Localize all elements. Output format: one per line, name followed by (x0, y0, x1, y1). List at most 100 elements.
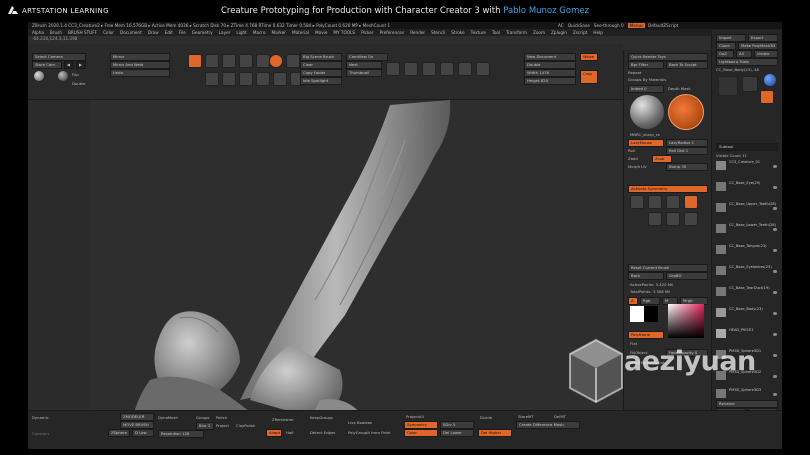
double-doc-button[interactable]: Double (524, 61, 576, 69)
menu-my-tools[interactable]: MY TOOLS (333, 30, 355, 35)
live-boolean-label[interactable]: Live Boolean (348, 420, 372, 425)
transp-icon[interactable] (476, 62, 490, 76)
menu-layer[interactable]: Layer (219, 30, 231, 35)
roll-label[interactable]: Roll (628, 148, 635, 153)
double-label[interactable]: Double (72, 81, 85, 86)
default-zscript-button[interactable]: DefaultZScript (648, 23, 678, 28)
edit-mode-icon[interactable] (188, 54, 202, 68)
brush-slot-2-icon[interactable] (648, 195, 662, 209)
lazymouse-button[interactable]: LazyMouse (628, 139, 664, 147)
next-cam-button[interactable]: ▶ (76, 61, 86, 69)
roll-dist-slider[interactable]: Roll Dist 1 (666, 147, 708, 155)
see-through-slider[interactable]: See-through 0 (594, 23, 624, 28)
move-brush-button[interactable]: MOVE BRUSH (120, 421, 154, 429)
zcut-icon[interactable] (256, 72, 270, 86)
draw-mode-icon[interactable] (205, 54, 219, 68)
quick-render-button[interactable]: Quick Render Toys (628, 53, 708, 61)
floor-icon[interactable] (422, 62, 436, 76)
subtool-item[interactable]: CC_Base_Lower_Teeth(28) (716, 223, 779, 235)
menus-button[interactable]: Menus (627, 23, 646, 28)
big-scene-brush-button[interactable]: Big Scene Brush (300, 53, 342, 61)
bump-slider[interactable]: Bump 30 (666, 163, 708, 171)
zsub-button[interactable]: Zsub (652, 155, 672, 163)
subtool-item[interactable]: CC_Base_Tongue(23) (716, 244, 779, 256)
visible-button[interactable]: Visible (754, 50, 778, 58)
create-difference-mesh-button[interactable]: Create Difference Mesh (516, 421, 580, 429)
menu-zplugin[interactable]: Zplugin (551, 30, 567, 35)
storemt-label[interactable]: StoreMT (518, 414, 534, 419)
select-camera-button[interactable]: Select Camera (32, 53, 86, 61)
eye-icon[interactable] (773, 249, 777, 252)
groups-label[interactable]: Groups (196, 415, 210, 420)
subtool-item[interactable]: CC_Base_Upper_Teeth(28) (716, 202, 779, 214)
camera-icon[interactable] (404, 62, 418, 76)
goz-button[interactable]: GoZ (716, 50, 734, 58)
ac-button[interactable]: AC (558, 23, 564, 28)
store-cam-button[interactable]: Store Cam (32, 61, 62, 69)
menu-macro[interactable]: Macro (253, 30, 266, 35)
zadd-label[interactable]: Zadd (628, 156, 638, 161)
menu-transform[interactable]: Transform (506, 30, 527, 35)
menu-marker[interactable]: Marker (272, 30, 286, 35)
eye-icon[interactable] (773, 165, 777, 168)
half-label[interactable]: Half (286, 430, 294, 435)
history-icon[interactable] (666, 212, 680, 226)
menu-movie[interactable]: Movie (315, 30, 327, 35)
rgb-button[interactable]: Rgb (640, 297, 660, 305)
menu-picker[interactable]: Picker (361, 30, 373, 35)
make-polymesh-button[interactable]: Make PolyMesh3D (738, 42, 778, 50)
import-button[interactable]: Import (716, 34, 746, 42)
eye-icon[interactable] (773, 228, 777, 231)
menu-render[interactable]: Render (410, 30, 425, 35)
depth-mask-label[interactable]: Depth Mask (668, 86, 691, 91)
dynamic-label[interactable]: Dynamic (32, 415, 49, 420)
projectall-label[interactable]: ProjectAll (406, 414, 424, 419)
mirror-button[interactable]: Mirror (110, 53, 170, 61)
material-sphere-icon[interactable] (34, 71, 44, 81)
subtool-item[interactable]: CC_Base_TearDuct(19) (716, 286, 779, 298)
subtool-item[interactable]: CC_Base_Eye(29) (716, 181, 779, 193)
activate-symmetry-button[interactable]: Activate Symmetry (628, 185, 708, 193)
brush-slot-5-icon[interactable] (648, 212, 662, 226)
menu-color[interactable]: Color (103, 30, 114, 35)
menu-zoom[interactable]: Zoom (533, 30, 545, 35)
reset-current-brush-button[interactable]: Reset Current Brush (628, 264, 708, 272)
mirror-and-weld-button[interactable]: Mirror And Weld (110, 61, 170, 69)
groups-by-materials-label[interactable]: Groups By Materials (628, 77, 666, 82)
tool-thumb-2-icon[interactable] (742, 76, 758, 92)
claypolish-label[interactable]: ClayPolish (236, 423, 255, 428)
crop-button[interactable]: Crop (580, 70, 598, 84)
menu-brush[interactable]: Brush (50, 30, 62, 35)
view-icon[interactable] (386, 62, 400, 76)
frame-icon[interactable] (458, 62, 472, 76)
scale-mode-icon[interactable] (239, 54, 253, 68)
new-document-button[interactable]: New Document (524, 53, 576, 61)
idle-spotlight-button[interactable]: Idle Spotlight (300, 77, 342, 85)
polish-label[interactable]: Polish (216, 415, 227, 420)
undo-button[interactable]: Undo (110, 69, 170, 77)
eye-icon[interactable] (773, 291, 777, 294)
brush-slot-4-icon[interactable] (684, 195, 698, 209)
camview-button[interactable]: CamView On (346, 53, 388, 61)
tool-thumb-3-icon[interactable] (760, 90, 774, 104)
eye-icon[interactable] (773, 207, 777, 210)
eye-icon[interactable] (773, 312, 777, 315)
menu-document[interactable]: Document (120, 30, 142, 35)
imbed-slider[interactable]: Imbed 0 (628, 85, 664, 93)
clear-button[interactable]: Clear (300, 61, 342, 69)
back-button[interactable]: Back (628, 272, 664, 280)
brush-preview-icon[interactable] (668, 94, 704, 130)
canvas-viewport[interactable] (90, 100, 623, 430)
adapt-button[interactable]: Adapt (266, 429, 282, 437)
menu-tool[interactable]: Tool (492, 30, 500, 35)
menu-material[interactable]: Material (292, 30, 309, 35)
blur-slider[interactable]: Blur 2 (196, 422, 214, 430)
tool-thumb-sphere-icon[interactable] (764, 74, 776, 86)
polygroup-from-paint-label[interactable]: PolyGroupIt from Paint (348, 430, 391, 435)
clone-button[interactable]: Clone (716, 42, 736, 50)
menu-light[interactable]: Light (236, 30, 246, 35)
export-button[interactable]: Export (748, 34, 778, 42)
dynamesh-label[interactable]: DynaMesh (158, 415, 178, 420)
brush-slot-3-icon[interactable] (666, 195, 680, 209)
menu-file[interactable]: File (179, 30, 186, 35)
